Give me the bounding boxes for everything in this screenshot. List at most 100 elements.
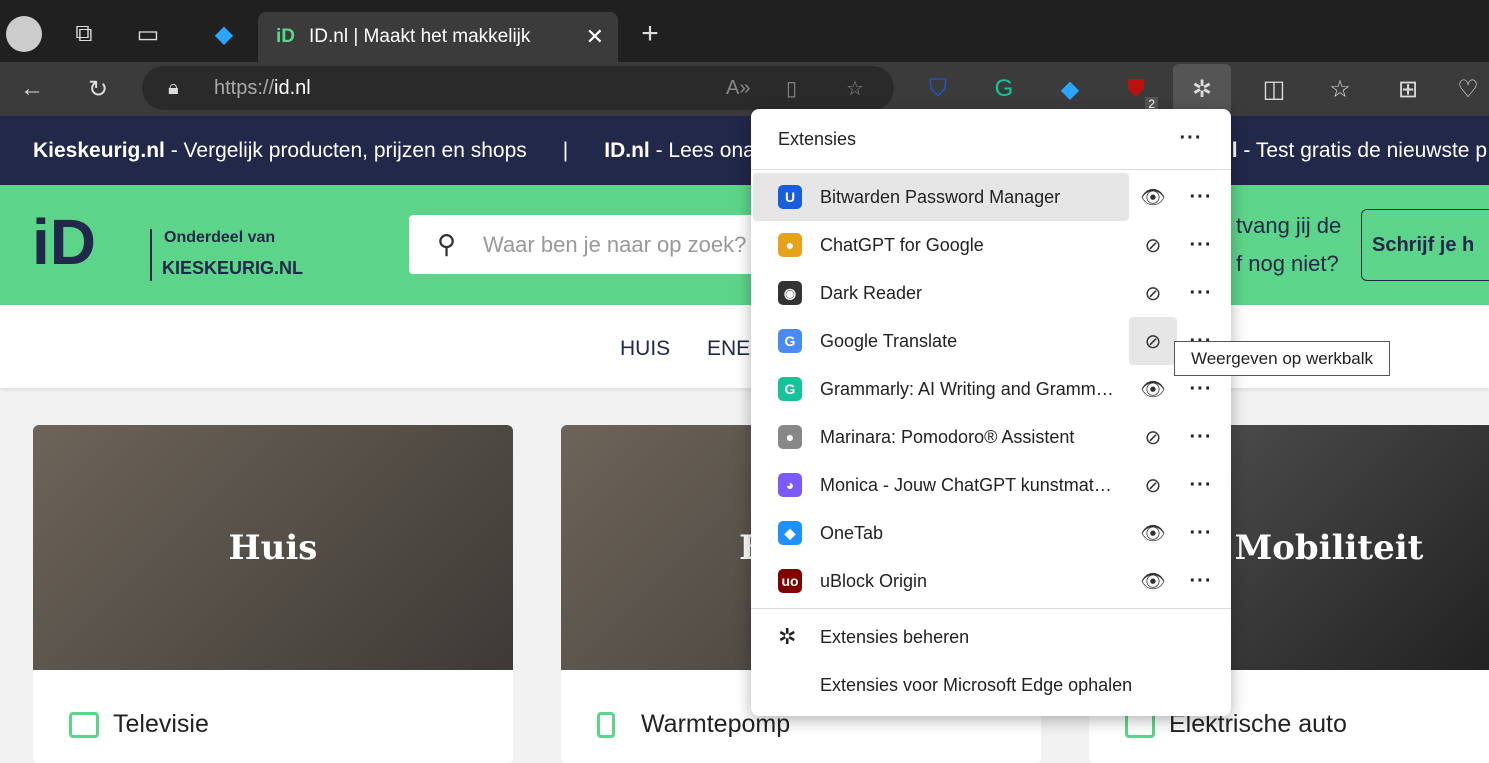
extension-more-button[interactable]: ··· bbox=[1183, 461, 1219, 509]
bitwarden-toolbar-icon[interactable]: ⛉ bbox=[920, 71, 956, 107]
newsletter-text: tvang jij de bbox=[1236, 213, 1342, 238]
card-item[interactable]: Televisie bbox=[113, 710, 209, 738]
divider bbox=[751, 169, 1231, 170]
extension-item[interactable]: ● ChatGPT for Google ⊘ ··· bbox=[751, 221, 1231, 269]
url-host: id.nl bbox=[274, 76, 311, 99]
extension-icon: uo bbox=[778, 569, 802, 593]
banner-link-other[interactable]: w.nl - Test gratis de nieuwste p bbox=[1198, 139, 1487, 163]
puzzle-icon: ✲ bbox=[778, 624, 797, 649]
extension-item[interactable]: G Grammarly: AI Writing and Grammar Check… bbox=[751, 365, 1231, 413]
extension-icon: ◆ bbox=[778, 521, 802, 545]
site-logo[interactable]: iD bbox=[32, 207, 96, 277]
read-aloud-icon[interactable]: A» bbox=[726, 77, 750, 100]
extension-item[interactable]: ● Marinara: Pomodoro® Assistent ⊘ ··· bbox=[751, 413, 1231, 461]
divider: | bbox=[562, 138, 569, 162]
onetab-tab-icon[interactable]: ◆ bbox=[206, 16, 242, 52]
popup-more-button[interactable]: ··· bbox=[1173, 114, 1209, 162]
close-tab-icon[interactable]: ✕ bbox=[586, 24, 604, 50]
thermometer-icon bbox=[597, 712, 615, 738]
eye-off-icon[interactable]: ⊘ bbox=[1129, 461, 1177, 509]
eye-off-icon[interactable]: ⊘ bbox=[1129, 317, 1177, 365]
onetab-toolbar-icon[interactable]: ◆ bbox=[1052, 71, 1088, 107]
subscribe-button[interactable]: Schrijf je h bbox=[1361, 209, 1489, 281]
extension-item[interactable]: ◆ OneTab 👁︎ ··· bbox=[751, 509, 1231, 557]
lock-icon: 🔒︎ bbox=[168, 76, 179, 99]
profile-avatar[interactable] bbox=[6, 16, 42, 52]
extension-more-button[interactable]: ··· bbox=[1183, 269, 1219, 317]
extension-icon: ◕ bbox=[778, 473, 802, 497]
category-card-huis[interactable]: Huis Televisie bbox=[33, 425, 513, 763]
extension-name: OneTab bbox=[820, 522, 884, 543]
extension-name: Marinara: Pomodoro® Assistent bbox=[820, 426, 1075, 447]
extension-icon: ● bbox=[778, 425, 802, 449]
extension-item[interactable]: ◕ Monica - Jouw ChatGPT kunstmatige intel… bbox=[751, 461, 1231, 509]
immersive-reader-icon[interactable]: ▯ bbox=[786, 76, 797, 101]
manage-extensions-item[interactable]: ✲ Extensies beheren bbox=[751, 613, 1231, 661]
extension-item[interactable]: uo uBlock Origin 👁︎ ··· bbox=[751, 557, 1231, 605]
extension-name: uBlock Origin bbox=[820, 570, 928, 591]
kieskeurig-brand: KIESKEURIG.NL bbox=[162, 258, 304, 278]
tagline: Onderdeel van bbox=[164, 229, 276, 246]
collections-icon[interactable]: ⊞ bbox=[1390, 71, 1426, 107]
eye-icon[interactable]: 👁︎ bbox=[1129, 557, 1177, 605]
extensions-popup: Extensies ··· U Bitwarden Password Manage… bbox=[751, 109, 1231, 716]
eye-icon[interactable]: 👁︎ bbox=[1129, 365, 1177, 413]
extension-more-button[interactable]: ··· bbox=[1183, 509, 1219, 557]
eye-off-icon[interactable]: ⊘ bbox=[1129, 269, 1177, 317]
newsletter-text-2: f nog niet? bbox=[1236, 251, 1339, 276]
back-icon[interactable]: ← bbox=[14, 71, 50, 107]
split-screen-icon[interactable]: ◫ bbox=[1256, 71, 1292, 107]
search-icon: ⚲ bbox=[437, 229, 457, 259]
extension-more-button[interactable]: ··· bbox=[1183, 413, 1219, 461]
banner-link-kieskeurig[interactable]: Kieskeurig.nl - Vergelijk producten, pri… bbox=[33, 139, 527, 163]
extension-name: Monica - Jouw ChatGPT kunstmatige intell… bbox=[820, 474, 1115, 495]
favicon-id: iD bbox=[276, 26, 295, 47]
new-tab-icon[interactable]: + bbox=[632, 16, 668, 52]
extension-icon: G bbox=[778, 377, 802, 401]
nav-energie[interactable]: ENE bbox=[707, 337, 750, 361]
eye-off-icon[interactable]: ⊘ bbox=[1129, 413, 1177, 461]
extension-item[interactable]: U Bitwarden Password Manager 👁︎ ··· bbox=[751, 173, 1231, 221]
site-header: iD Onderdeel van KIESKEURIG.NL ⚲ Waar be… bbox=[0, 185, 1489, 305]
extension-icon: U bbox=[778, 185, 802, 209]
divider bbox=[751, 608, 1231, 609]
extension-item[interactable]: GGoogle Translate⊘··· bbox=[751, 317, 1231, 365]
extension-name: Bitwarden Password Manager bbox=[820, 186, 1061, 207]
extension-name: Dark Reader bbox=[820, 282, 923, 303]
refresh-icon[interactable]: ↻ bbox=[80, 71, 116, 107]
extension-name: Grammarly: AI Writing and Grammar Checke… bbox=[820, 378, 1115, 399]
grammarly-toolbar-icon[interactable]: G bbox=[986, 71, 1022, 107]
favorite-star-icon[interactable]: ☆ bbox=[846, 76, 864, 101]
extension-icon: ● bbox=[778, 233, 802, 257]
favorites-icon[interactable]: ☆ bbox=[1322, 71, 1358, 107]
get-extensions-item[interactable]: Extensies voor Microsoft Edge ophalen bbox=[751, 661, 1231, 709]
extension-more-button[interactable]: ··· bbox=[1183, 221, 1219, 269]
nav-huis[interactable]: HUIS bbox=[620, 337, 670, 361]
address-bar[interactable]: 🔒︎ https://id.nl A» ▯ ☆ bbox=[142, 66, 894, 110]
ublock-toolbar-icon[interactable]: ⛊ 2 bbox=[1118, 71, 1158, 111]
extension-item[interactable]: ◉ Dark Reader ⊘ ··· bbox=[751, 269, 1231, 317]
card-title: Huis bbox=[33, 425, 513, 670]
extension-name: Google Translate bbox=[820, 330, 958, 351]
tooltip: Weergeven op werkbalk bbox=[1174, 341, 1390, 376]
extension-icon: ◉ bbox=[778, 281, 802, 305]
tab-title: ID.nl | Maakt het makkelijk bbox=[309, 26, 531, 47]
eye-icon[interactable]: 👁︎ bbox=[1129, 509, 1177, 557]
extension-name: ChatGPT for Google bbox=[820, 234, 984, 255]
tv-icon bbox=[69, 712, 99, 738]
extension-more-button[interactable]: ··· bbox=[1183, 557, 1219, 605]
eye-icon[interactable]: 👁︎ bbox=[1129, 173, 1177, 221]
workspaces-icon[interactable]: ⧉ bbox=[66, 16, 102, 52]
eye-off-icon[interactable]: ⊘ bbox=[1129, 221, 1177, 269]
popup-title: Extensies bbox=[778, 129, 857, 149]
search-box[interactable]: ⚲ Waar ben je naar op zoek? bbox=[409, 215, 769, 274]
browser-essentials-icon[interactable]: ♡ bbox=[1450, 71, 1486, 107]
extension-more-button[interactable]: ··· bbox=[1183, 173, 1219, 221]
vertical-tabs-icon[interactable]: ▭ bbox=[130, 16, 166, 52]
extensions-icon[interactable]: ✲ bbox=[1173, 64, 1231, 114]
search-placeholder: Waar ben je naar op zoek? bbox=[483, 231, 747, 257]
extension-icon: G bbox=[778, 329, 802, 353]
url-prefix: https:// bbox=[214, 76, 275, 99]
network-banner: Kieskeurig.nl - Vergelijk producten, pri… bbox=[0, 116, 1489, 185]
active-tab[interactable]: iD ID.nl | Maakt het makkelijk ✕ bbox=[258, 12, 618, 62]
